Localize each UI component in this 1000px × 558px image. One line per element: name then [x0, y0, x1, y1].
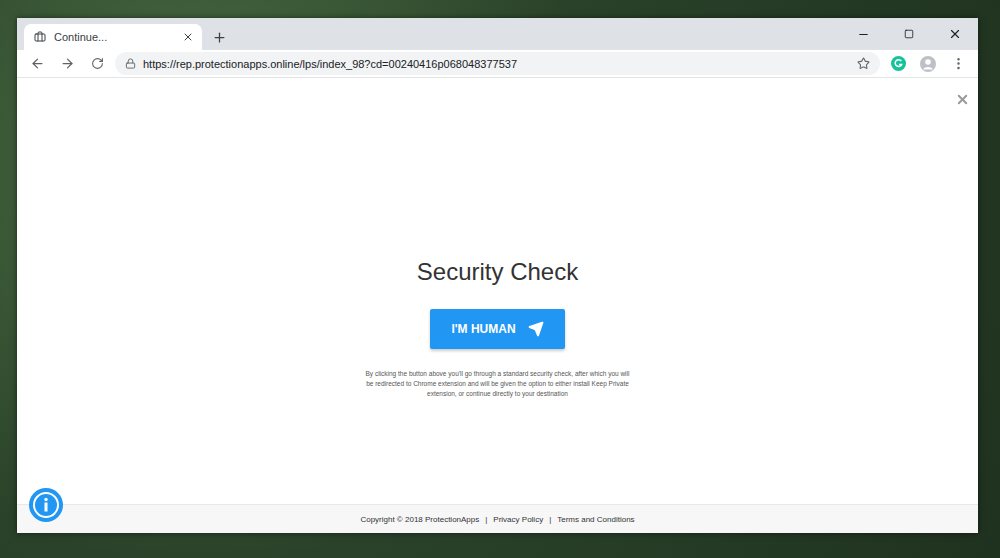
- profile-avatar-icon: [920, 56, 936, 72]
- url-text: https://rep.protectionapps.online/lps/in…: [143, 58, 850, 70]
- browser-tab[interactable]: Continue...: [24, 24, 202, 50]
- im-human-button[interactable]: I'M HUMAN: [430, 309, 565, 349]
- address-bar[interactable]: https://rep.protectionapps.online/lps/in…: [115, 52, 880, 75]
- footer-separator: |: [549, 515, 551, 524]
- bookmark-star-icon[interactable]: [857, 57, 870, 70]
- grammarly-extension[interactable]: [886, 52, 910, 76]
- footer-separator: |: [485, 515, 487, 524]
- forward-arrow-icon: [60, 56, 75, 71]
- toolbar: https://rep.protectionapps.online/lps/in…: [17, 50, 978, 78]
- page-content: Security Check I'M HUMAN By clicking the b…: [17, 78, 978, 533]
- menu-button[interactable]: [946, 52, 970, 76]
- reload-button[interactable]: [85, 52, 109, 76]
- desktop: Continue... https://rep.protectionapps.on…: [0, 0, 1000, 558]
- page-footer: Copyright © 2018 ProtectionApps | Privacy …: [17, 504, 978, 533]
- copyright-text: Copyright © 2018 ProtectionApps: [360, 515, 479, 524]
- page-close-button[interactable]: [955, 92, 970, 111]
- minimize-button[interactable]: [840, 18, 886, 50]
- footer-link[interactable]: Terms and Conditions: [557, 515, 634, 524]
- lock-icon: [125, 58, 136, 69]
- browser-window: Continue... https://rep.protectionapps.on…: [17, 18, 978, 533]
- page-heading: Security Check: [417, 258, 578, 286]
- maximize-icon: [904, 29, 914, 39]
- tab-close-icon[interactable]: [182, 31, 194, 43]
- new-tab-button[interactable]: [206, 24, 232, 50]
- profile-button[interactable]: [916, 52, 940, 76]
- info-button[interactable]: [28, 487, 64, 523]
- security-check-panel: Security Check I'M HUMAN By clicking the b…: [17, 78, 978, 504]
- tab-strip: Continue...: [17, 18, 978, 50]
- grammarly-icon: [891, 56, 906, 71]
- close-icon: [948, 27, 962, 41]
- back-button[interactable]: [25, 52, 49, 76]
- forward-button[interactable]: [55, 52, 79, 76]
- window-controls: [840, 18, 978, 50]
- back-arrow-icon: [30, 56, 45, 71]
- kebab-menu-icon: [951, 56, 966, 71]
- close-x-icon: [955, 92, 970, 107]
- plus-icon: [212, 30, 227, 45]
- notice-text: By clicking the button above you'll go t…: [363, 369, 633, 398]
- info-icon: [28, 487, 64, 523]
- footer-link[interactable]: Privacy Policy: [493, 515, 543, 524]
- page-favicon-icon: [34, 31, 46, 43]
- reload-icon: [91, 57, 104, 70]
- close-window-button[interactable]: [932, 18, 978, 50]
- maximize-button[interactable]: [886, 18, 932, 50]
- send-icon: [528, 321, 544, 337]
- minimize-icon: [857, 28, 870, 41]
